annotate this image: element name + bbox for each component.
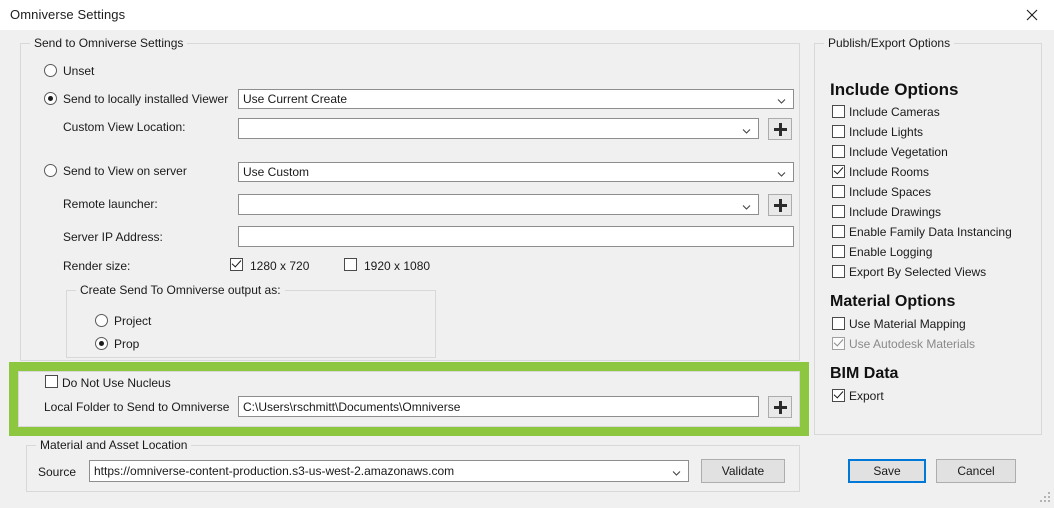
radio-output-project[interactable]	[95, 314, 108, 327]
checkbox-use-material-mapping[interactable]	[832, 317, 845, 330]
checkbox-render-1280x720-label: 1280 x 720	[250, 259, 310, 273]
checkbox-include-vegetation[interactable]	[832, 145, 845, 158]
checkbox-use-autodesk-materials-label: Use Autodesk Materials	[849, 337, 976, 351]
save-button[interactable]: Save	[848, 459, 926, 483]
window-title: Omniverse Settings	[10, 7, 126, 22]
material-asset-location-group-title: Material and Asset Location	[36, 438, 192, 452]
remote-launcher-add-button[interactable]	[768, 194, 792, 216]
radio-unset[interactable]	[44, 64, 57, 77]
local-viewer-combo[interactable]: Use Current Create	[238, 89, 794, 109]
remote-launcher-combo[interactable]	[238, 194, 759, 215]
render-size-label: Render size:	[63, 259, 131, 273]
custom-view-location-label: Custom View Location:	[63, 120, 186, 134]
send-to-omniverse-group-title: Send to Omniverse Settings	[30, 36, 188, 50]
server-ip-input[interactable]	[238, 226, 794, 247]
radio-unset-label: Unset	[63, 64, 95, 78]
radio-output-project-label: Project	[114, 314, 152, 328]
checkbox-include-spaces-label: Include Spaces	[849, 185, 932, 199]
chevron-down-icon	[777, 170, 786, 179]
checkbox-do-not-use-nucleus[interactable]	[45, 375, 58, 388]
local-folder-label: Local Folder to Send to Omniverse	[44, 400, 230, 414]
checkbox-use-material-mapping-label: Use Material Mapping	[849, 317, 966, 331]
checkbox-use-autodesk-materials[interactable]	[832, 337, 845, 350]
plus-icon	[773, 122, 787, 136]
radio-send-view-server[interactable]	[44, 164, 57, 177]
radio-send-local-viewer[interactable]	[44, 92, 57, 105]
include-options-heading: Include Options	[830, 80, 959, 99]
checkbox-export-by-selected-views-label: Export By Selected Views	[849, 265, 987, 279]
close-icon[interactable]	[1010, 0, 1054, 30]
checkbox-enable-logging-label: Enable Logging	[849, 245, 933, 259]
server-ip-label: Server IP Address:	[63, 230, 163, 244]
source-label: Source	[38, 465, 77, 479]
remote-launcher-label: Remote launcher:	[63, 197, 158, 211]
checkbox-include-lights[interactable]	[832, 125, 845, 138]
server-view-combo-value: Use Custom	[243, 165, 310, 179]
local-folder-value: C:\Users\rschmitt\Documents\Omniverse	[243, 399, 461, 414]
plus-icon	[773, 400, 787, 414]
checkbox-enable-family-data-instancing-label: Enable Family Data Instancing	[849, 225, 1012, 239]
checkbox-render-1920x1080-label: 1920 x 1080	[364, 259, 431, 273]
omniverse-settings-dialog: Omniverse Settings Send to Omniverse Set…	[0, 0, 1054, 508]
checkbox-include-lights-label: Include Lights	[849, 125, 924, 139]
checkbox-include-drawings-label: Include Drawings	[849, 205, 942, 219]
chevron-down-icon	[742, 203, 751, 212]
checkbox-bim-export[interactable]	[832, 389, 845, 402]
radio-send-view-server-label: Send to View on server	[63, 164, 187, 178]
resize-grip[interactable]	[1038, 492, 1051, 505]
checkbox-include-drawings[interactable]	[832, 205, 845, 218]
checkbox-render-1280x720[interactable]	[230, 258, 243, 271]
custom-view-location-add-button[interactable]	[768, 118, 792, 140]
checkbox-bim-export-label: Export	[849, 389, 884, 403]
radio-send-local-viewer-label: Send to locally installed Viewer	[63, 92, 229, 106]
local-folder-input[interactable]: C:\Users\rschmitt\Documents\Omniverse	[238, 396, 759, 417]
checkbox-enable-family-data-instancing[interactable]	[832, 225, 845, 238]
radio-output-prop[interactable]	[95, 337, 108, 350]
checkbox-include-rooms[interactable]	[832, 165, 845, 178]
checkbox-export-by-selected-views[interactable]	[832, 265, 845, 278]
checkbox-do-not-use-nucleus-label: Do Not Use Nucleus	[62, 376, 171, 390]
validate-button[interactable]: Validate	[701, 459, 785, 483]
source-combo[interactable]: https://omniverse-content-production.s3-…	[89, 460, 689, 482]
chevron-down-icon	[672, 469, 681, 478]
checkbox-enable-logging[interactable]	[832, 245, 845, 258]
title-bar: Omniverse Settings	[0, 0, 1054, 30]
local-viewer-combo-value: Use Current Create	[243, 92, 348, 106]
publish-export-options-group-title: Publish/Export Options	[824, 36, 955, 50]
chevron-down-icon	[777, 97, 786, 106]
checkbox-include-cameras-label: Include Cameras	[849, 105, 940, 119]
source-value: https://omniverse-content-production.s3-…	[94, 464, 455, 478]
checkbox-include-cameras[interactable]	[832, 105, 845, 118]
chevron-down-icon	[742, 127, 751, 136]
checkbox-include-vegetation-label: Include Vegetation	[849, 145, 948, 159]
server-view-combo[interactable]: Use Custom	[238, 162, 794, 182]
checkbox-include-spaces[interactable]	[832, 185, 845, 198]
plus-icon	[773, 198, 787, 212]
checkbox-include-rooms-label: Include Rooms	[849, 165, 930, 179]
checkbox-render-1920x1080[interactable]	[344, 258, 357, 271]
radio-output-prop-label: Prop	[114, 337, 140, 351]
bim-data-heading: BIM Data	[830, 365, 899, 382]
custom-view-location-combo[interactable]	[238, 118, 759, 139]
cancel-button[interactable]: Cancel	[936, 459, 1016, 483]
local-folder-add-button[interactable]	[768, 396, 792, 418]
material-options-heading: Material Options	[830, 293, 956, 310]
output-as-group-title: Create Send To Omniverse output as:	[76, 283, 285, 297]
